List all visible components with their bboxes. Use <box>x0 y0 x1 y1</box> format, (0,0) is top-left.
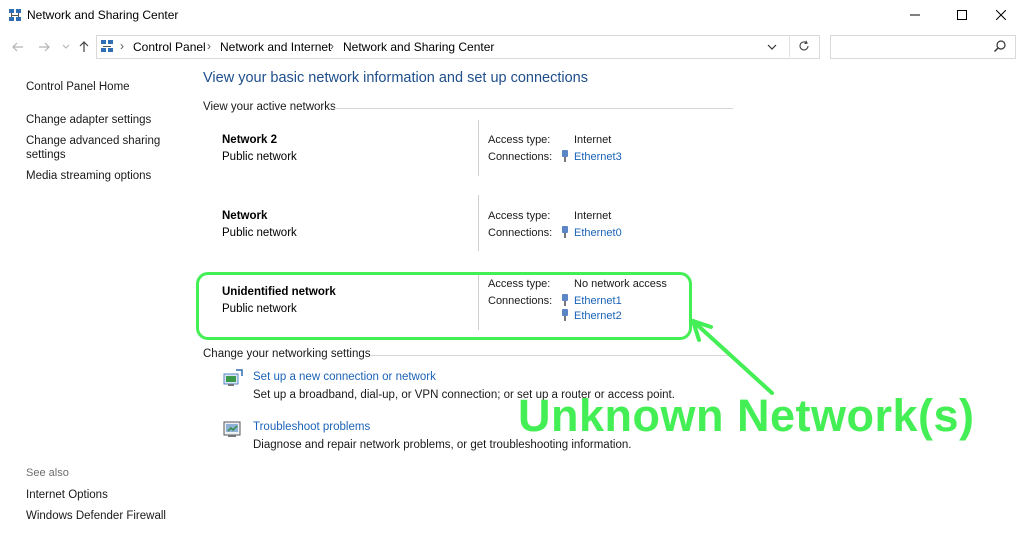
annotation-label: Unknown Network(s) <box>518 390 975 441</box>
annotation-arrow <box>691 319 774 395</box>
